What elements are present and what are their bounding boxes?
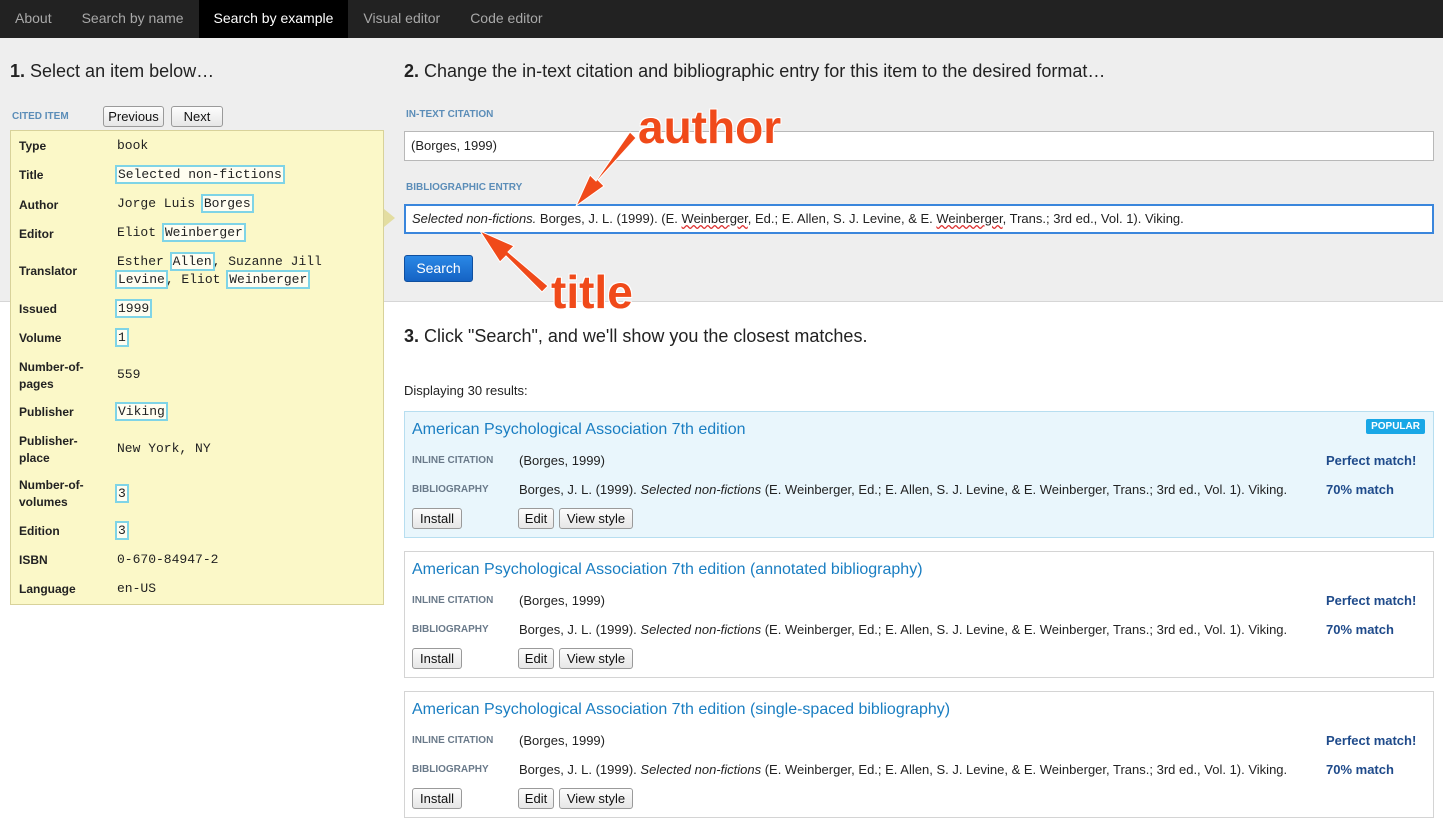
- field-value-author: Jorge Luis Borges: [117, 194, 254, 213]
- field-label-author: Author: [19, 198, 59, 212]
- field-label-edition: Edition: [19, 524, 60, 538]
- field-label-publisher: Publisher: [19, 405, 74, 419]
- cited-item-panel: Type book Title Selected non-fictions Au…: [10, 130, 384, 605]
- view-style-button[interactable]: View style: [559, 508, 633, 529]
- bibliography-match-status: 70% match: [1326, 622, 1394, 637]
- result-title-link[interactable]: American Psychological Association 7th e…: [412, 701, 950, 719]
- results-count: Displaying 30 results:: [404, 383, 528, 398]
- field-label-isbn: ISBN: [19, 553, 48, 567]
- field-label-volumes: Number-of-volumes: [19, 478, 84, 509]
- inline-citation-text: (Borges, 1999): [519, 593, 605, 608]
- bibliographic-entry-label: BIBLIOGRAPHIC ENTRY: [406, 182, 523, 193]
- field-value-translator-line2: Levine, Eliot Weinberger: [115, 270, 311, 289]
- result-card: American Psychological Association 7th e…: [404, 691, 1434, 818]
- install-button[interactable]: Install: [412, 788, 462, 809]
- bibliography-match-status: 70% match: [1326, 482, 1394, 497]
- field-value-volumes: 3: [115, 484, 129, 503]
- inline-match-status: Perfect match!: [1326, 733, 1417, 748]
- edit-button[interactable]: Edit: [518, 788, 554, 809]
- bibliographic-entry-input[interactable]: Selected non-fictions. Borges, J. L. (19…: [404, 204, 1434, 234]
- field-label-issued: Issued: [19, 302, 58, 316]
- tab-about[interactable]: About: [0, 0, 67, 38]
- step1-heading: 1. Select an item below…: [10, 61, 215, 81]
- field-label-title: Title: [19, 168, 44, 182]
- popular-badge: POPULAR: [1366, 419, 1425, 434]
- field-value-place: New York, NY: [117, 441, 211, 456]
- bibliography-label: BIBLIOGRAPHY: [412, 764, 489, 775]
- field-value-issued: 1999: [114, 299, 153, 318]
- field-label-editor: Editor: [19, 227, 54, 241]
- edit-button[interactable]: Edit: [518, 508, 554, 529]
- view-style-button[interactable]: View style: [559, 648, 633, 669]
- bibliography-text: Borges, J. L. (1999). Selected non-ficti…: [519, 622, 1288, 637]
- inline-citation-text: (Borges, 1999): [519, 733, 605, 748]
- inline-match-status: Perfect match!: [1326, 593, 1417, 608]
- inline-citation-label: INLINE CITATION: [412, 735, 494, 746]
- top-nav: About Search by name Search by example V…: [0, 0, 1443, 38]
- install-button[interactable]: Install: [412, 648, 462, 669]
- bibliography-text: Borges, J. L. (1999). Selected non-ficti…: [519, 482, 1288, 497]
- tab-search-by-name[interactable]: Search by name: [67, 0, 199, 38]
- result-title-link[interactable]: American Psychological Association 7th e…: [412, 421, 746, 439]
- field-label-type: Type: [19, 139, 47, 153]
- edit-button[interactable]: Edit: [518, 648, 554, 669]
- field-value-publisher: Viking: [115, 402, 168, 421]
- bibliography-text: Borges, J. L. (1999). Selected non-ficti…: [519, 762, 1288, 777]
- view-style-button[interactable]: View style: [559, 788, 633, 809]
- bibliography-match-status: 70% match: [1326, 762, 1394, 777]
- title-annotation: title: [551, 266, 633, 318]
- tab-code-editor[interactable]: Code editor: [455, 0, 557, 38]
- result-card: American Psychological Association 7th e…: [404, 551, 1434, 678]
- field-value-type: book: [117, 138, 149, 153]
- previous-button[interactable]: Previous: [103, 106, 164, 127]
- field-value-pages: 559: [117, 367, 141, 382]
- cited-item-label: CITED ITEM: [12, 111, 69, 122]
- inline-citation-label: INLINE CITATION: [412, 595, 494, 606]
- search-button[interactable]: Search: [404, 255, 473, 282]
- field-label-volume: Volume: [19, 331, 62, 345]
- field-label-translator: Translator: [19, 264, 78, 278]
- intext-citation-input[interactable]: (Borges, 1999): [404, 131, 1434, 161]
- step3-heading: 3. Click "Search", and we'll show you th…: [404, 326, 868, 346]
- result-title-link[interactable]: American Psychological Association 7th e…: [412, 561, 923, 579]
- author-annotation: author: [638, 101, 782, 153]
- bibliography-label: BIBLIOGRAPHY: [412, 624, 489, 635]
- field-value-isbn: 0-670-84947-2: [117, 552, 219, 567]
- inline-match-status: Perfect match!: [1326, 453, 1417, 468]
- next-button[interactable]: Next: [171, 106, 223, 127]
- field-label-place: Publisher-place: [19, 434, 78, 465]
- field-label-pages: Number-of-pages: [19, 360, 84, 391]
- bibliography-label: BIBLIOGRAPHY: [412, 484, 489, 495]
- inline-citation-label: INLINE CITATION: [412, 455, 494, 466]
- install-button[interactable]: Install: [412, 508, 462, 529]
- result-card: American Psychological Association 7th e…: [404, 411, 1434, 538]
- field-value-editor: Eliot Weinberger: [117, 223, 246, 242]
- inline-citation-text: (Borges, 1999): [519, 453, 605, 468]
- field-value-translator-line1: Esther Allen, Suzanne Jill: [117, 252, 322, 271]
- field-value-volume: 1: [115, 328, 129, 347]
- field-value-title: Selected non-fictions: [115, 165, 285, 184]
- field-label-language: Language: [19, 582, 76, 596]
- field-value-edition: 3: [115, 521, 129, 540]
- step2-heading: 2. Change the in-text citation and bibli…: [404, 61, 1106, 81]
- tab-search-by-example[interactable]: Search by example: [198, 0, 349, 38]
- tab-visual-editor[interactable]: Visual editor: [348, 0, 455, 38]
- field-value-language: en-US: [117, 581, 157, 596]
- panel-pointer: [384, 209, 395, 227]
- intext-citation-label: IN-TEXT CITATION: [406, 109, 494, 120]
